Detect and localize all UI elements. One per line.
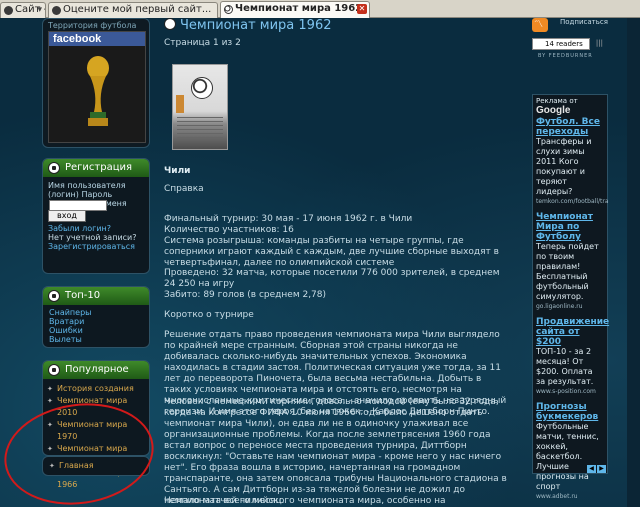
ad-item[interactable]: Продвижение сайта от $200 ТОП-10 - за 2 … — [533, 317, 609, 396]
poster-decoration — [177, 117, 223, 141]
ad-title[interactable]: Футбол. Все переходы — [536, 117, 604, 137]
close-tab-icon[interactable]: ✕ — [357, 4, 367, 14]
registration-box: Регистрация Имя пользователя (логин) Пар… — [42, 158, 150, 274]
soccer-ball-icon — [191, 77, 213, 99]
prev-arrow-icon[interactable]: ◀ — [587, 465, 596, 473]
soccer-ball-icon — [48, 162, 60, 174]
article: Чемпионат мира 1962 Страница 1 из 2 Чили… — [158, 18, 522, 507]
fact-final-tournament: Финальный турнир: 30 мая - 17 июня 1962 … — [164, 214, 413, 224]
tab-rate-site[interactable]: Оцените мой первый сайт... — [48, 2, 218, 18]
poster-decoration — [176, 95, 184, 113]
password-input[interactable] — [49, 200, 107, 211]
soccer-ball-icon — [164, 18, 176, 30]
tab-worldcup-1962[interactable]: Чемпионат мира 1962 ✕ — [220, 1, 370, 18]
paragraph: Человек с немецкими корнями, довольно мо… — [164, 397, 507, 506]
facebook-logo: facebook — [49, 32, 145, 46]
ads-header: Реклама от Google — [536, 97, 578, 116]
fact-system: Система розыгрыша: команды разбиты на че… — [164, 236, 499, 268]
no-account-text: Нет учетной записи? — [48, 233, 137, 242]
top10-box: Топ-10 Снайперы Вратари Ошибки Вылеты — [42, 286, 150, 348]
popular-item-history[interactable]: История создания — [47, 383, 145, 395]
reference-label: Справка — [164, 184, 204, 194]
ad-url: temkon.com/football/tra — [536, 198, 609, 205]
ad-desc: ТОП-10 - за 2 месяца! От $200. Оплата за… — [536, 347, 594, 386]
ad-title[interactable]: Прогнозы букмекеров — [536, 402, 604, 422]
ad-item[interactable]: Прогнозы букмекеров Футбольные матчи, те… — [533, 402, 607, 501]
register-link[interactable]: Зарегистрироваться — [48, 242, 144, 251]
worldcup-1962-poster — [172, 64, 228, 150]
rss-icon[interactable] — [532, 17, 548, 32]
soccer-ball-icon — [48, 364, 60, 376]
territory-label: Территория футбола — [48, 21, 137, 30]
ad-desc: Трансферы и слухи зимы 2011 Кого покупаю… — [536, 137, 592, 196]
tab-dropdown-icon: ▾ — [37, 5, 42, 15]
next-arrow-icon[interactable]: ▶ — [597, 465, 606, 473]
ad-url: www.s-position.com — [536, 388, 596, 395]
top10-item-goalkeepers[interactable]: Вратари — [49, 317, 143, 326]
world-cup-trophy-icon — [87, 56, 109, 126]
top10-item-exits[interactable]: Вылеты — [49, 335, 143, 344]
popular-header: Популярное — [43, 361, 149, 379]
browser-tab-bar: Сайт - ... ▾ Оцените мой первый сайт... … — [0, 0, 640, 18]
subtitle: Коротко о турнире — [164, 310, 254, 320]
ad-title[interactable]: Продвижение сайта от $200 — [536, 317, 609, 347]
registration-header: Регистрация — [43, 159, 149, 177]
google-ads-box: Реклама от Google Футбол. Все переходы Т… — [532, 94, 609, 500]
soccer-ball-icon — [48, 290, 60, 302]
fact-matches: Проведено: 32 матча, которые посетили 77… — [164, 268, 500, 289]
login-button[interactable]: вход — [48, 210, 86, 222]
country-heading: Чили — [164, 166, 191, 176]
top10-header: Топ-10 — [43, 287, 149, 305]
page-title: Чемпионат мира 1962 — [164, 18, 331, 33]
ad-desc: Футбольные матчи, теннис, хоккей, баскет… — [536, 422, 599, 491]
tab-site[interactable]: Сайт - ... ▾ — [0, 2, 46, 18]
territory-box: Территория футбола facebook — [42, 18, 150, 148]
feedburner-label: BY FEEDBURNER — [538, 53, 593, 59]
fact-goals: Забито: 89 голов (в среднем 2,78) — [164, 290, 327, 300]
page-icon — [52, 6, 61, 15]
paragraph: Немало матчей чилийского чемпионата мира… — [164, 496, 446, 506]
forgot-login-link[interactable]: Забыли логин? — [48, 224, 144, 233]
page-indicator: Страница 1 из 2 — [164, 38, 241, 48]
ad-url: go.ligaonline.ru — [536, 303, 583, 310]
facebook-banner[interactable]: facebook — [48, 31, 146, 143]
google-logo: Google — [536, 105, 571, 116]
ad-desc: Теперь пойдет по твоим правилам! Бесплат… — [536, 242, 599, 301]
ad-item[interactable]: Футбол. Все переходы Трансферы и слухи з… — [533, 117, 609, 206]
readers-counter: 14 readers — [532, 38, 603, 50]
top10-item-snipers[interactable]: Снайперы — [49, 308, 143, 317]
ads-navigation: ◀ ▶ — [586, 462, 606, 473]
ad-item[interactable]: Чемпионат Мира по Футболу Теперь пойдет … — [533, 212, 607, 311]
password-label: Пароль — [81, 190, 113, 199]
subscribe-link[interactable]: Подписаться — [560, 18, 608, 26]
soccer-ball-icon — [224, 5, 233, 14]
rss-widget: Подписаться 14 readers BY FEEDBURNER — [530, 17, 626, 78]
ad-url: www.adbet.ru — [536, 493, 578, 500]
ad-title[interactable]: Чемпионат Мира по Футболу — [536, 212, 604, 242]
top10-item-mistakes[interactable]: Ошибки — [49, 326, 143, 335]
page-scrollbar[interactable] — [627, 18, 640, 507]
fact-participants: Количество участников: 16 — [164, 225, 294, 235]
page-icon — [4, 6, 13, 15]
